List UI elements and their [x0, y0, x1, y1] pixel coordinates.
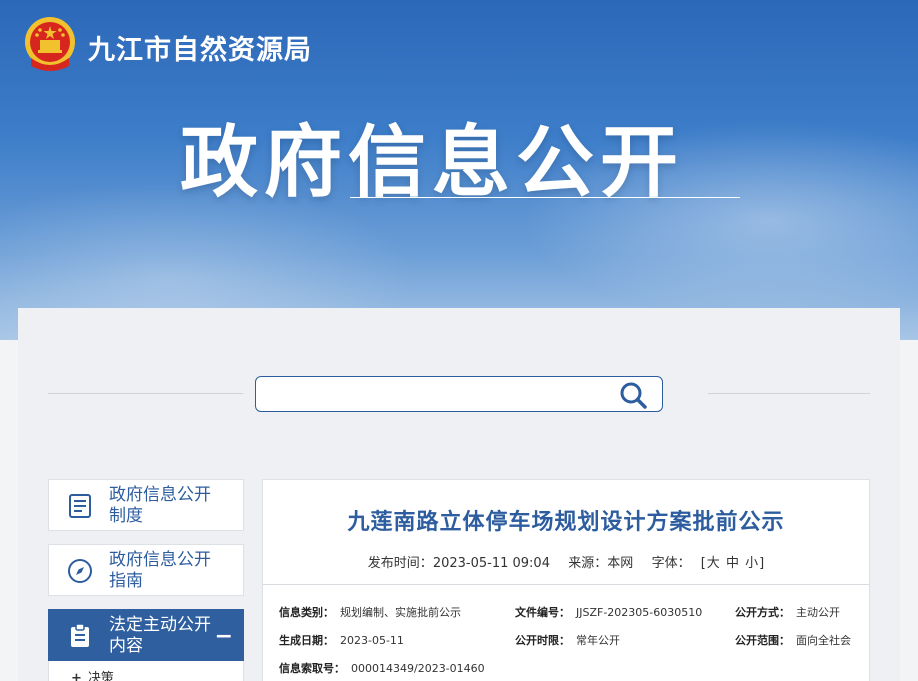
info-label: 信息索取号： — [279, 662, 345, 675]
info-period: 公开时限： 常年公开 — [515, 632, 620, 648]
source-value: 本网 — [607, 556, 633, 571]
sidebar-item-label: 政府信息公开制度 — [109, 485, 219, 527]
info-value: 面向全社会 — [796, 634, 851, 647]
info-table: 信息类别： 规划编制、实施批前公示 文件编号： JJSZF-202305-60305… — [263, 592, 869, 681]
info-label: 公开范围： — [735, 634, 790, 647]
collapse-toggle[interactable]: − — [215, 624, 233, 649]
publish-time: 2023-05-11 09:04 — [433, 556, 550, 571]
search-box — [255, 376, 663, 412]
sidebar-item-label: 政府信息公开指南 — [109, 550, 219, 592]
divider — [708, 393, 870, 394]
font-small-button[interactable]: 小 — [744, 556, 759, 571]
sidebar-item-disclosure-guide[interactable]: 政府信息公开指南 — [48, 544, 244, 596]
info-date: 生成日期： 2023-05-11 — [279, 632, 404, 648]
info-scope: 公开范围： 面向全社会 — [735, 632, 851, 648]
search-input[interactable] — [264, 383, 604, 405]
info-category: 信息类别： 规划编制、实施批前公示 — [279, 604, 461, 620]
search-bar — [48, 376, 870, 412]
search-icon[interactable] — [618, 381, 648, 409]
header-banner: 九江市自然资源局 政府信息公开 — [0, 0, 918, 340]
compass-icon — [67, 558, 93, 584]
font-size-label: 字体： — [652, 556, 691, 571]
national-emblem-icon[interactable] — [22, 14, 78, 74]
info-method: 公开方式： 主动公开 — [735, 604, 840, 620]
sidebar-item-statutory-content[interactable]: 法定主动公开内容 − — [48, 609, 244, 661]
divider — [263, 584, 869, 585]
banner-title: 政府信息公开 — [180, 100, 684, 212]
sidebar-subitem-label: 决策 — [88, 671, 114, 681]
site-title[interactable]: 九江市自然资源局 — [88, 28, 312, 67]
article-title: 九莲南路立体停车场规划设计方案批前公示 — [263, 504, 869, 536]
banner-underline — [350, 197, 740, 198]
main-panel: 政府信息公开制度 政府信息公开指南 法定主动公开内容 − + 决策 — [18, 308, 900, 681]
expand-icon: + — [71, 671, 82, 681]
info-label: 公开时限： — [515, 634, 570, 647]
sidebar: 政府信息公开制度 政府信息公开指南 法定主动公开内容 − + 决策 — [48, 479, 244, 681]
sidebar-item-disclosure-system[interactable]: 政府信息公开制度 — [48, 479, 244, 531]
info-value: 000014349/2023-01460 — [351, 662, 485, 675]
info-value: 2023-05-11 — [340, 634, 404, 647]
document-list-icon — [67, 493, 93, 519]
font-large-button[interactable]: 大 — [706, 556, 721, 571]
publish-label: 发布时间： — [368, 556, 433, 571]
divider — [48, 393, 243, 394]
info-value: JJSZF-202305-6030510 — [576, 606, 702, 619]
info-value: 常年公开 — [576, 634, 620, 647]
info-value: 规划编制、实施批前公示 — [340, 606, 461, 619]
info-label: 信息类别： — [279, 606, 334, 619]
clipboard-icon — [67, 623, 93, 649]
info-label: 生成日期： — [279, 634, 334, 647]
info-label: 公开方式： — [735, 606, 790, 619]
info-index: 信息索取号： 000014349/2023-01460 — [279, 660, 485, 676]
source-label: 来源： — [568, 556, 607, 571]
info-value: 主动公开 — [796, 606, 840, 619]
article-meta: 发布时间：2023-05-11 09:04 来源：本网 字体： [大 中 小] — [263, 552, 869, 571]
info-label: 文件编号： — [515, 606, 570, 619]
info-doc-no: 文件编号： JJSZF-202305-6030510 — [515, 604, 702, 620]
sidebar-item-label: 法定主动公开内容 — [109, 615, 219, 657]
sidebar-sublist: + 决策 — [48, 661, 244, 681]
font-medium-button[interactable]: 中 — [725, 556, 740, 571]
article-card: 九莲南路立体停车场规划设计方案批前公示 发布时间：2023-05-11 09:0… — [262, 479, 870, 681]
sidebar-subitem-decision[interactable]: + 决策 — [49, 661, 243, 681]
